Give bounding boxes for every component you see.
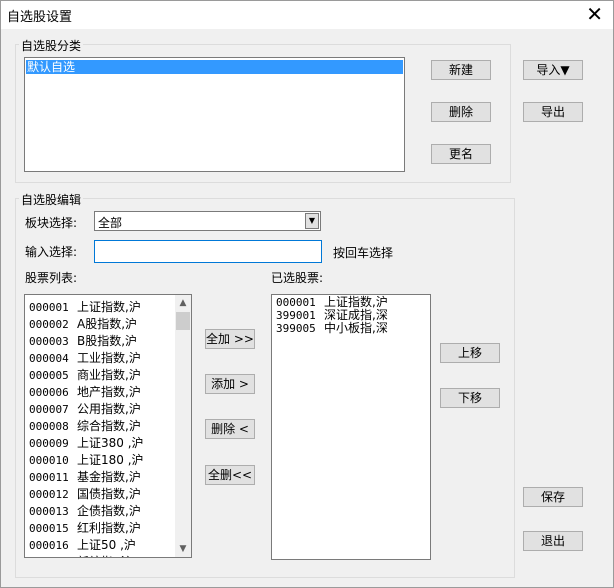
enter-hint: 按回车选择 — [333, 246, 394, 260]
selected-stocks-list[interactable]: 000001 上证指数,沪 399001 深证成指,深 399005 中小板指,深 — [271, 294, 431, 560]
stock-list-item[interactable]: 000007 公用指数,沪 — [29, 401, 141, 418]
stock-list-label: 股票列表: — [25, 271, 78, 285]
category-list[interactable]: 默认自选 — [24, 57, 405, 172]
stock-list-item[interactable]: 000006 地产指数,沪 — [29, 384, 141, 401]
selected-stocks-label: 已选股票: — [271, 271, 324, 285]
stock-name: 企债指数,沪 — [77, 504, 141, 518]
stock-code: 000005 — [29, 369, 69, 382]
remove-all-button[interactable]: 全删<< — [205, 465, 255, 485]
block-select-label: 板块选择: — [25, 216, 78, 230]
stock-code: 399005 — [276, 322, 316, 335]
stock-list-item[interactable]: 000004 工业指数,沪 — [29, 350, 141, 367]
stock-list-item[interactable]: 000016 上证50 ,沪 — [29, 537, 136, 554]
close-icon[interactable]: ✕ — [586, 3, 603, 25]
stock-name: 红利指数,沪 — [77, 521, 141, 535]
stock-list-item[interactable]: 000015 红利指数,沪 — [29, 520, 141, 537]
window-title: 自选股设置 — [7, 10, 73, 25]
save-button[interactable]: 保存 — [523, 487, 583, 507]
stock-code: 399001 — [276, 309, 316, 322]
stock-list-item[interactable]: 000009 上证380 ,沪 — [29, 435, 144, 452]
scroll-thumb[interactable] — [176, 312, 190, 330]
stock-code: 000004 — [29, 352, 69, 365]
stock-settings-dialog: 自选股设置 ✕ 自选股分类 默认自选 新建 删除 更名 导入▼ 导出 自选股编辑… — [0, 0, 614, 588]
stock-name: A股指数,沪 — [77, 317, 138, 331]
import-button[interactable]: 导入▼ — [523, 60, 583, 80]
title-bar: 自选股设置 ✕ — [1, 1, 613, 29]
stock-name: 商业指数,沪 — [77, 368, 141, 382]
stock-name: B股指数,沪 — [77, 334, 138, 348]
stock-name: 上证50 ,沪 — [77, 538, 136, 552]
stock-code: 000002 — [29, 318, 69, 331]
stock-list-item[interactable]: 000001 上证指数,沪 — [29, 299, 141, 316]
stock-code: 000015 — [29, 522, 69, 535]
stock-code: 000001 — [29, 301, 69, 314]
stock-list-item[interactable]: 000008 综合指数,沪 — [29, 418, 141, 435]
stock-name: 公用指数,沪 — [77, 402, 141, 416]
rename-category-button[interactable]: 更名 — [431, 144, 491, 164]
delete-category-button[interactable]: 删除 — [431, 102, 491, 122]
new-category-button[interactable]: 新建 — [431, 60, 491, 80]
stock-name: 上证指数,沪 — [77, 300, 141, 314]
category-group-label: 自选股分类 — [19, 37, 84, 54]
stock-search-input[interactable] — [94, 240, 322, 263]
selected-stock-item[interactable]: 399005 中小板指,深 — [276, 321, 388, 336]
stock-list-item[interactable]: 000005 商业指数,沪 — [29, 367, 141, 384]
stock-code: 000016 — [29, 539, 69, 552]
stock-list-item[interactable]: 000017新综指 ,沪 — [29, 554, 133, 557]
stock-name: 上证380 ,沪 — [77, 436, 144, 450]
stock-code: 000013 — [29, 505, 69, 518]
edit-group-label: 自选股编辑 — [19, 191, 84, 208]
stock-list-scrollbar[interactable]: ▲ ▼ — [175, 295, 191, 557]
stock-list-item[interactable]: 000011 基金指数,沪 — [29, 469, 141, 486]
move-up-button[interactable]: 上移 — [440, 343, 500, 363]
stock-list-item[interactable]: 000003 B股指数,沪 — [29, 333, 137, 350]
stock-list[interactable]: 000001 上证指数,沪 000002 A股指数,沪 000003 B股指数,沪 0000… — [24, 294, 192, 558]
stock-name: 上证180 ,沪 — [77, 453, 144, 467]
stock-code: 000003 — [29, 335, 69, 348]
block-select[interactable]: 全部 ▼ — [94, 211, 321, 231]
stock-code: 000009 — [29, 437, 69, 450]
stock-list-item[interactable]: 000013 企债指数,沪 — [29, 503, 141, 520]
stock-code: 000006 — [29, 386, 69, 399]
scroll-up-icon[interactable]: ▲ — [175, 295, 191, 311]
stock-name: 深证成指,深 — [324, 308, 388, 322]
chevron-down-icon[interactable]: ▼ — [305, 213, 319, 229]
stock-name: 综合指数,沪 — [77, 419, 141, 433]
move-down-button[interactable]: 下移 — [440, 388, 500, 408]
input-select-label: 输入选择: — [25, 245, 78, 259]
stock-code: 000008 — [29, 420, 69, 433]
stock-name: 中小板指,深 — [324, 321, 388, 335]
stock-list-item[interactable]: 000002 A股指数,沪 — [29, 316, 137, 333]
add-button[interactable]: 添加 > — [205, 374, 255, 394]
stock-code: 000011 — [29, 471, 69, 484]
stock-name: 上证指数,沪 — [324, 295, 388, 309]
category-item[interactable]: 默认自选 — [26, 60, 403, 74]
stock-name: 基金指数,沪 — [77, 470, 141, 484]
stock-code: 000001 — [276, 296, 316, 309]
stock-code: 000017 — [29, 554, 77, 557]
stock-list-item[interactable]: 000012 国债指数,沪 — [29, 486, 141, 503]
stock-code: 000012 — [29, 488, 69, 501]
stock-code: 000007 — [29, 403, 69, 416]
stock-list-item[interactable]: 000010 上证180 ,沪 — [29, 452, 144, 469]
stock-name: 地产指数,沪 — [77, 385, 141, 399]
scroll-down-icon[interactable]: ▼ — [175, 541, 191, 557]
stock-name: 国债指数,沪 — [77, 487, 141, 501]
remove-button[interactable]: 删除 < — [205, 419, 255, 439]
exit-button[interactable]: 退出 — [523, 531, 583, 551]
add-all-button[interactable]: 全加 >> — [205, 329, 255, 349]
stock-code: 000010 — [29, 454, 69, 467]
block-select-value: 全部 — [98, 216, 123, 230]
stock-name: 新综指 ,沪 — [77, 555, 133, 557]
stock-name: 工业指数,沪 — [77, 351, 141, 365]
export-button[interactable]: 导出 — [523, 102, 583, 122]
